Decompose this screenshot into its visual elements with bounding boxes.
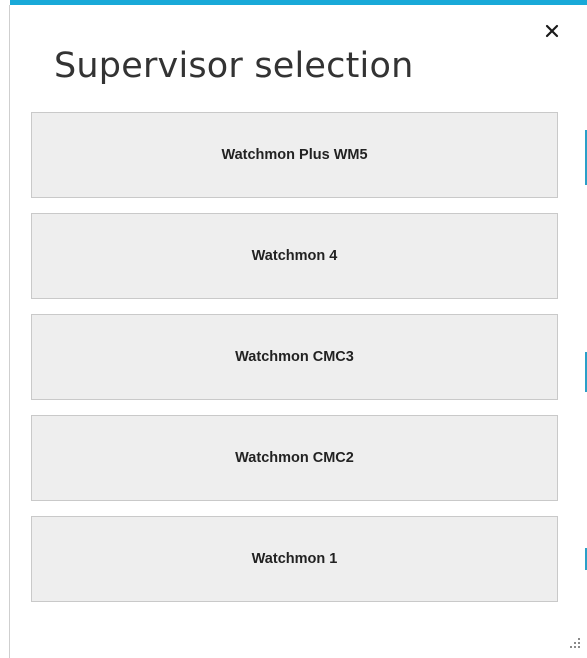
close-button[interactable] xyxy=(539,18,565,44)
resize-grip-icon[interactable] xyxy=(569,636,581,648)
option-watchmon-cmc2-button[interactable]: Watchmon CMC2 xyxy=(31,415,558,501)
option-watchmon-4-button[interactable]: Watchmon 4 xyxy=(31,213,558,299)
option-watchmon-plus-wm5-button[interactable]: Watchmon Plus WM5 xyxy=(31,112,558,198)
supervisor-selection-dialog: Supervisor selection Watchmon Plus WM5 W… xyxy=(0,0,587,658)
window-accent-bar xyxy=(10,0,587,5)
close-icon xyxy=(545,24,559,38)
dialog-title: Supervisor selection xyxy=(54,46,414,86)
window-left-border xyxy=(9,5,10,658)
option-watchmon-cmc3-button[interactable]: Watchmon CMC3 xyxy=(31,314,558,400)
option-watchmon-1-button[interactable]: Watchmon 1 xyxy=(31,516,558,602)
